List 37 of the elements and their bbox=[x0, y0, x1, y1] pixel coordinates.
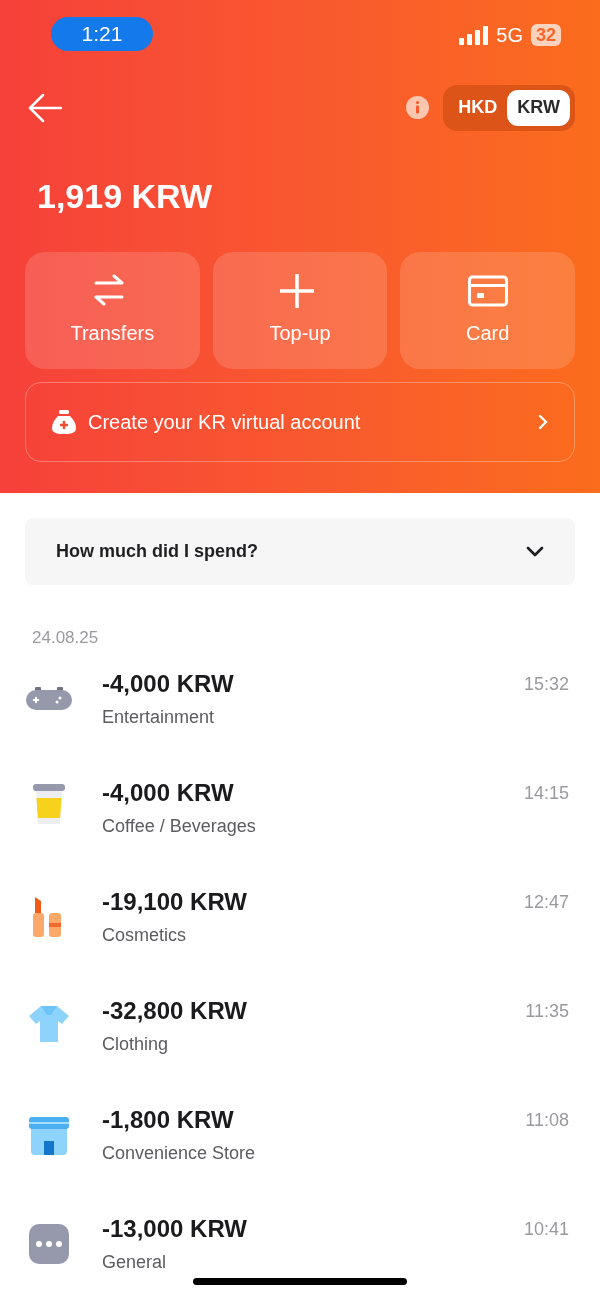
transaction-time: 10:41 bbox=[523, 1217, 569, 1241]
transaction-time: 11:35 bbox=[525, 999, 569, 1023]
money-bag-icon bbox=[52, 410, 76, 434]
balance-amount: 1,919 KRW bbox=[36, 176, 214, 217]
currency-tab[interactable]: KRW bbox=[507, 89, 570, 126]
transaction-time: 12:47 bbox=[523, 890, 569, 914]
transaction-category: Cosmetics bbox=[102, 923, 187, 947]
transaction-category: General bbox=[102, 1250, 168, 1274]
back-arrow-icon[interactable] bbox=[28, 92, 62, 123]
spending-dropdown[interactable]: How much did I spend? bbox=[25, 518, 575, 585]
battery-indicator: 32 bbox=[530, 24, 561, 46]
transaction-category: Convenience Store bbox=[102, 1141, 257, 1165]
status-time: 1:21 bbox=[51, 17, 153, 51]
transaction-time: 14:15 bbox=[523, 781, 569, 805]
chevron-right-icon bbox=[538, 414, 548, 430]
virtual-account-button[interactable]: Create your KR virtual account bbox=[25, 382, 575, 462]
transaction-category: Entertainment bbox=[102, 705, 216, 729]
transaction-amount: -19,100 KRW bbox=[102, 886, 248, 917]
transaction-amount: -32,800 KRW bbox=[102, 995, 248, 1026]
transaction-category: Clothing bbox=[102, 1032, 170, 1056]
currency-tab[interactable]: HKD bbox=[448, 89, 508, 126]
signal-icon bbox=[459, 25, 489, 45]
action-button[interactable]: Transfers bbox=[25, 252, 200, 369]
transaction-time: 15:32 bbox=[523, 672, 569, 696]
action-button[interactable]: Card bbox=[400, 252, 575, 369]
transaction-category: Coffee / Beverages bbox=[102, 814, 257, 838]
credit-card-icon bbox=[467, 273, 508, 308]
info-icon[interactable] bbox=[406, 96, 430, 119]
transaction-amount: -4,000 KRW bbox=[102, 668, 235, 699]
transaction-amount: -4,000 KRW bbox=[102, 777, 235, 808]
network-label: 5G bbox=[496, 23, 523, 48]
transaction-amount: -13,000 KRW bbox=[102, 1213, 248, 1244]
transaction-time: 11:08 bbox=[525, 1108, 569, 1132]
transaction-amount: -1,800 KRW bbox=[102, 1104, 235, 1135]
gamepad-icon bbox=[25, 686, 73, 711]
action-button[interactable]: Top-up bbox=[212, 252, 388, 369]
date-header: 24.08.25 bbox=[32, 627, 100, 649]
